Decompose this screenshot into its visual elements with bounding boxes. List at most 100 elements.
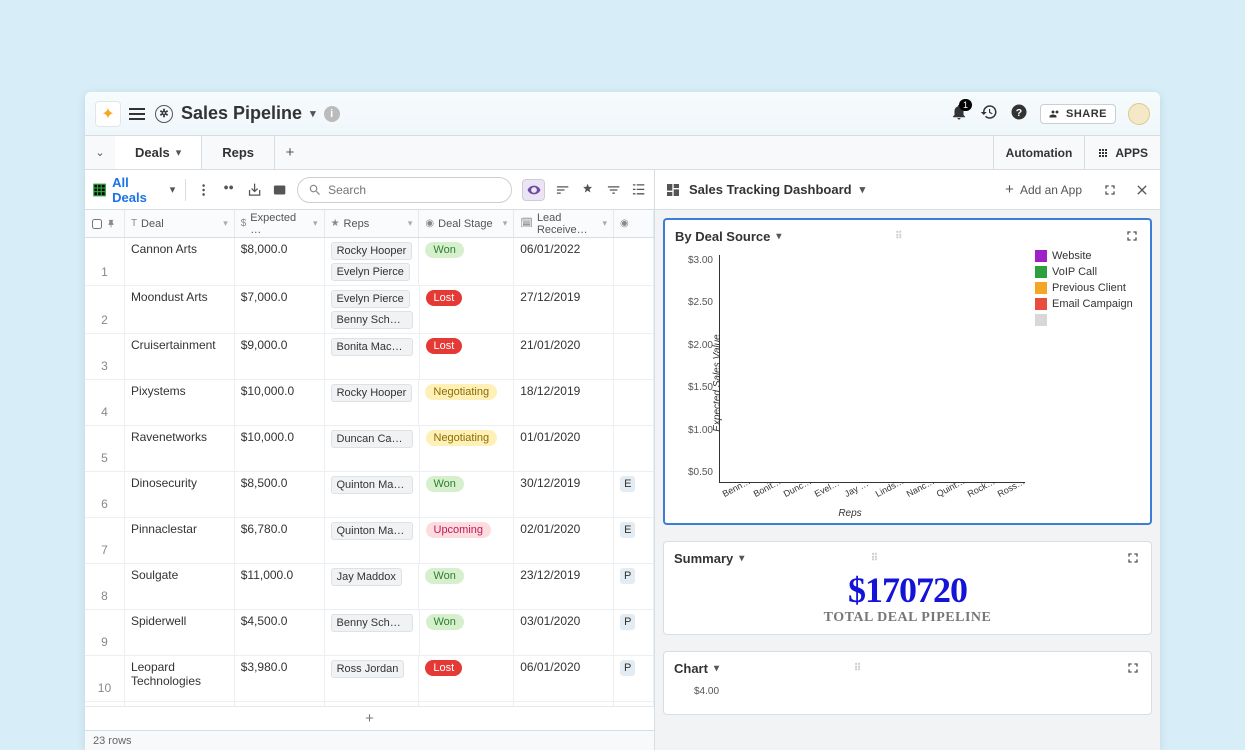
cell-lead[interactable]: 03/01/2020 xyxy=(514,610,614,655)
table-row[interactable]: 3Cruisertainment$9,000.0Bonita Macdo…Los… xyxy=(85,334,654,380)
cell-reps[interactable]: Bonita Macdo… xyxy=(325,334,420,379)
column-lead[interactable]: 🗓Lead Receive…▾ xyxy=(514,210,614,237)
cell-stage[interactable]: Lost xyxy=(420,286,515,333)
cell-reps[interactable]: Jay Maddox xyxy=(325,564,420,609)
chart2-title[interactable]: Chart xyxy=(674,661,708,676)
cell-extra[interactable]: P xyxy=(614,564,654,609)
cell-deal[interactable]: Spiderwell xyxy=(125,610,235,655)
cell-lead[interactable]: 01/01/2020 xyxy=(514,426,614,471)
notifications-button[interactable]: 1 xyxy=(950,103,968,124)
expand-icon[interactable] xyxy=(1102,182,1118,198)
add-app-button[interactable]: + Add an App xyxy=(1005,181,1082,198)
chevron-down-icon[interactable]: ▾ xyxy=(776,231,781,242)
rep-chip[interactable]: Benny Schwartz xyxy=(331,614,413,632)
rep-chip[interactable]: Ross Jordan xyxy=(331,660,405,678)
add-tab-button[interactable]: + xyxy=(275,144,305,161)
cell-reps[interactable]: Ross Jordan xyxy=(325,656,420,701)
cell-reps[interactable]: Quinton Marti… xyxy=(325,472,420,517)
cell-reps[interactable]: Duncan Castro xyxy=(325,426,420,471)
settings-icon[interactable] xyxy=(631,182,646,198)
table-row[interactable]: 6Dinosecurity$8,500.0Quinton Marti…Won30… xyxy=(85,472,654,518)
cell-lead[interactable]: 18/12/2019 xyxy=(514,380,614,425)
table-row[interactable]: 7Pinnaclestar$6,780.0Quinton Marti…Upcom… xyxy=(85,518,654,564)
cell-lead[interactable]: 06/01/2022 xyxy=(514,238,614,285)
table-row[interactable]: 10Leopard Technologies$3,980.0Ross Jorda… xyxy=(85,656,654,702)
cell-extra[interactable]: E xyxy=(614,518,654,563)
rep-chip[interactable]: Benny Schwartz xyxy=(331,311,413,329)
tab-reps[interactable]: Reps xyxy=(202,136,275,169)
cell-deal[interactable]: Pinnaclestar xyxy=(125,518,235,563)
cell-deal[interactable]: Ravenetworks xyxy=(125,426,235,471)
rep-chip[interactable]: Evelyn Pierce xyxy=(331,290,410,308)
chevron-down-icon[interactable]: ▾ xyxy=(714,663,719,674)
people-icon[interactable] xyxy=(221,182,236,198)
cell-stage[interactable]: Won xyxy=(420,472,515,517)
table-row[interactable]: 8Soulgate$11,000.0Jay MaddoxWon23/12/201… xyxy=(85,564,654,610)
cell-expected[interactable]: $8,000.0 xyxy=(235,238,325,285)
cell-stage[interactable]: Lost xyxy=(420,334,515,379)
sort-icon[interactable] xyxy=(555,182,570,198)
cell-extra[interactable] xyxy=(614,238,654,285)
table-row[interactable]: 1Cannon Arts$8,000.0Rocky HooperEvelyn P… xyxy=(85,238,654,286)
cell-deal[interactable]: Cannon Arts xyxy=(125,238,235,285)
chevron-down-icon[interactable]: ▾ xyxy=(739,553,744,564)
export-icon[interactable] xyxy=(247,182,262,198)
cell-expected[interactable]: $11,000.0 xyxy=(235,564,325,609)
info-icon[interactable]: i xyxy=(324,106,340,122)
cell-extra[interactable] xyxy=(614,334,654,379)
cell-reps[interactable]: Rocky Hooper xyxy=(325,380,420,425)
column-stage[interactable]: ◉Deal Stage▾ xyxy=(419,210,514,237)
more-vert-icon[interactable] xyxy=(196,182,211,198)
table-row[interactable]: 2Moondust Arts$7,000.0Evelyn PierceBenny… xyxy=(85,286,654,334)
apps-button[interactable]: APPS xyxy=(1084,136,1160,170)
cell-expected[interactable]: $4,500.0 xyxy=(235,610,325,655)
rep-chip[interactable]: Duncan Castro xyxy=(331,430,413,448)
expand-icon[interactable] xyxy=(1125,550,1141,566)
add-row-button[interactable]: + xyxy=(85,706,654,730)
cell-extra[interactable] xyxy=(614,426,654,471)
automation-button[interactable]: Automation xyxy=(993,136,1085,170)
close-icon[interactable] xyxy=(1134,182,1150,198)
column-extra[interactable]: ◉ xyxy=(614,210,654,237)
doc-title[interactable]: Sales Pipeline xyxy=(181,103,302,124)
cell-stage[interactable]: Negotiating xyxy=(419,380,514,425)
expand-icon[interactable] xyxy=(1124,228,1140,244)
cell-deal[interactable]: Pixystems xyxy=(125,380,235,425)
cell-expected[interactable]: $6,780.0 xyxy=(235,518,325,563)
app-logo[interactable]: ✦ xyxy=(95,101,121,127)
table-row[interactable]: 5Ravenetworks$10,000.0Duncan CastroNegot… xyxy=(85,426,654,472)
cell-lead[interactable]: 02/01/2020 xyxy=(514,518,614,563)
rep-chip[interactable]: Rocky Hooper xyxy=(331,384,413,402)
history-button[interactable] xyxy=(980,103,998,124)
drag-handle-icon[interactable]: ⠿ xyxy=(854,663,861,674)
chart-title[interactable]: By Deal Source xyxy=(675,229,770,244)
cell-deal[interactable]: Soulgate xyxy=(125,564,235,609)
column-expected[interactable]: $Expected …▾ xyxy=(235,210,325,237)
chevron-down-icon[interactable]: ▾ xyxy=(176,146,182,159)
chevron-down-icon[interactable]: ▾ xyxy=(310,107,316,120)
table-row[interactable]: 4Pixystems$10,000.0Rocky HooperNegotiati… xyxy=(85,380,654,426)
row-selector-header[interactable] xyxy=(85,210,125,237)
column-reps[interactable]: ★Reps▾ xyxy=(325,210,420,237)
share-button[interactable]: SHARE xyxy=(1040,104,1116,124)
cell-extra[interactable] xyxy=(614,286,654,333)
cell-reps[interactable]: Benny Schwartz xyxy=(325,610,420,655)
rep-chip[interactable]: Quinton Marti… xyxy=(331,522,413,540)
cell-expected[interactable]: $10,000.0 xyxy=(235,426,325,471)
cell-expected[interactable]: $9,000.0 xyxy=(235,334,325,379)
rep-chip[interactable]: Evelyn Pierce xyxy=(331,263,410,281)
rep-chip[interactable]: Jay Maddox xyxy=(331,568,402,586)
dashboard-title[interactable]: Sales Tracking Dashboard xyxy=(689,182,852,197)
tab-deals[interactable]: Deals ▾ xyxy=(115,136,202,169)
cell-stage[interactable]: Lost xyxy=(419,656,514,701)
cell-reps[interactable]: Evelyn Pierce Benny Schwartz xyxy=(325,286,420,333)
filter-icon[interactable] xyxy=(606,182,621,198)
cell-deal[interactable]: Dinosecurity xyxy=(125,472,235,517)
card-view-icon[interactable] xyxy=(272,182,287,198)
cell-extra[interactable] xyxy=(614,380,654,425)
cell-deal[interactable]: Moondust Arts xyxy=(125,286,235,333)
drag-handle-icon[interactable]: ⠿ xyxy=(895,231,902,242)
rep-chip[interactable]: Rocky Hooper xyxy=(331,242,413,260)
cell-extra[interactable]: P xyxy=(614,610,654,655)
rep-chip[interactable]: Quinton Marti… xyxy=(331,476,413,494)
